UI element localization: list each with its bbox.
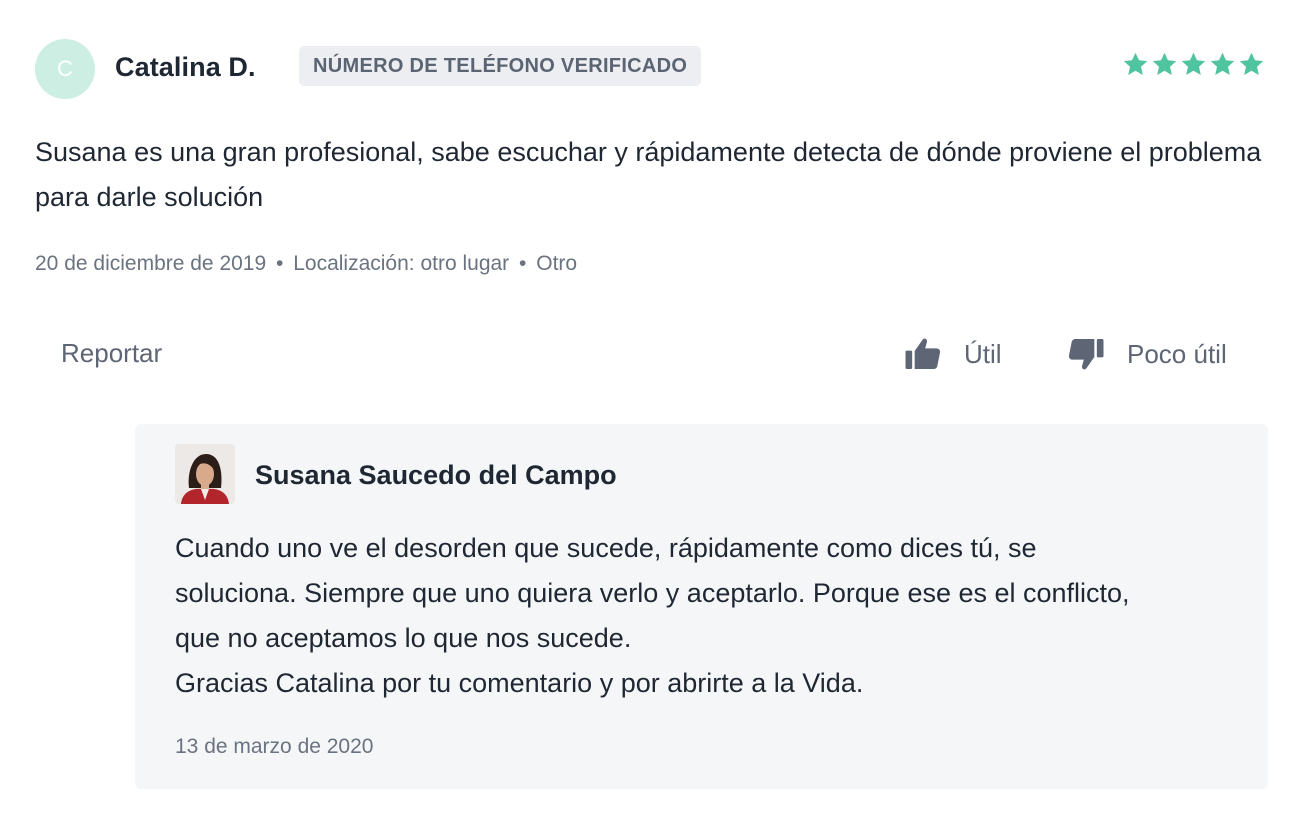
review-text: Susana es una gran profesional, sabe esc… bbox=[35, 137, 1262, 212]
reviewer-name: Catalina D. bbox=[115, 52, 256, 82]
professional-photo bbox=[175, 444, 235, 504]
reply-text: Cuando uno ve el desorden que sucede, rá… bbox=[175, 526, 1245, 706]
verified-badge: NÚMERO DE TELÉFONO VERIFICADO bbox=[299, 46, 702, 86]
star-icon bbox=[1181, 52, 1206, 75]
thumbs-down-icon bbox=[1068, 339, 1104, 370]
professional-name: Susana Saucedo del Campo bbox=[255, 460, 617, 490]
not-useful-button[interactable]: Poco útil bbox=[1066, 334, 1227, 374]
review-date: 20 de diciembre de 2019 bbox=[35, 252, 267, 275]
avatar-initial: C bbox=[57, 56, 73, 81]
star-icon bbox=[1123, 52, 1148, 75]
professional-avatar bbox=[175, 444, 235, 504]
meta-separator: • bbox=[276, 252, 284, 275]
star-rating bbox=[1122, 51, 1265, 78]
reply-line: que no aceptamos lo que nos sucede. bbox=[175, 623, 632, 653]
professional-reply: Susana Saucedo del Campo Cuando uno ve e… bbox=[135, 424, 1268, 789]
review-meta: 20 de diciembre de 2019 • Localización: … bbox=[35, 252, 577, 276]
star-icon bbox=[1239, 52, 1264, 75]
meta-separator: • bbox=[519, 252, 527, 275]
reviewer-avatar: C bbox=[35, 39, 95, 99]
verified-badge-label: NÚMERO DE TELÉFONO VERIFICADO bbox=[313, 54, 688, 77]
star-icon bbox=[1152, 52, 1177, 75]
review-category: Otro bbox=[536, 252, 578, 275]
review-card: C Catalina D. NÚMERO DE TELÉFONO VERIFIC… bbox=[0, 0, 1298, 816]
useful-button[interactable]: Útil bbox=[903, 334, 1002, 374]
useful-label: Útil bbox=[964, 338, 1002, 369]
review-location: Localización: otro lugar bbox=[293, 252, 510, 275]
star-icon bbox=[1210, 52, 1235, 75]
reply-date: 13 de marzo de 2020 bbox=[175, 735, 374, 758]
not-useful-label: Poco útil bbox=[1127, 338, 1227, 369]
reply-line: Gracias Catalina por tu comentario y por… bbox=[175, 668, 864, 698]
report-button[interactable]: Reportar bbox=[61, 338, 162, 369]
thumbs-up-icon bbox=[905, 338, 941, 369]
reply-line: Cuando uno ve el desorden que sucede, rá… bbox=[175, 533, 1037, 563]
reply-line: soluciona. Siempre que uno quiera verlo … bbox=[175, 578, 1130, 608]
